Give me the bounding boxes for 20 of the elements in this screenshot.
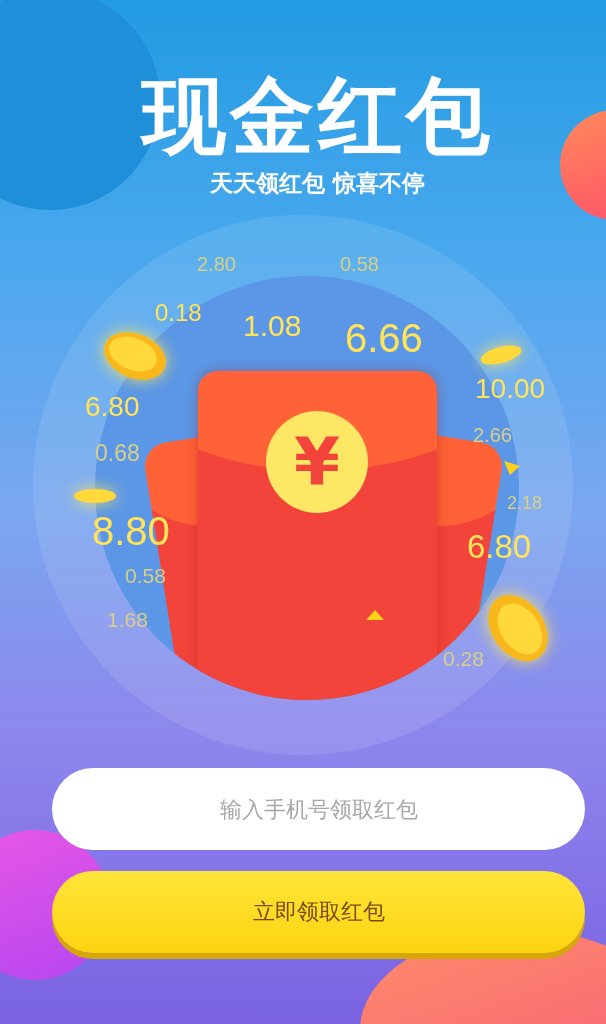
amount-label: 2.18 <box>507 494 543 512</box>
coin-icon <box>478 343 524 367</box>
amount-label: 0.58 <box>340 254 379 274</box>
subtitle: 天天领红包 惊喜不停 <box>210 169 426 198</box>
amount-label: 0.18 <box>155 301 202 325</box>
amount-label: 2.80 <box>197 254 236 274</box>
amount-label: 0.68 <box>95 442 140 465</box>
triangle-icon <box>366 610 384 620</box>
title: 现金红包 <box>142 66 494 166</box>
yuan-seal: ¥ <box>266 411 368 513</box>
amount-label: 6.80 <box>85 393 140 421</box>
amount-label: 0.28 <box>443 648 484 669</box>
amount-label: 1.08 <box>243 311 302 341</box>
amount-label: 2.66 <box>473 425 512 445</box>
amount-label: 10.00 <box>475 375 546 403</box>
amount-label: 6.66 <box>345 318 423 358</box>
amount-label: 1.68 <box>107 609 148 630</box>
triangle-icon <box>504 461 520 475</box>
coin-icon <box>72 486 118 506</box>
phone-input-field[interactable]: 输入手机号领取红包 <box>52 768 585 850</box>
